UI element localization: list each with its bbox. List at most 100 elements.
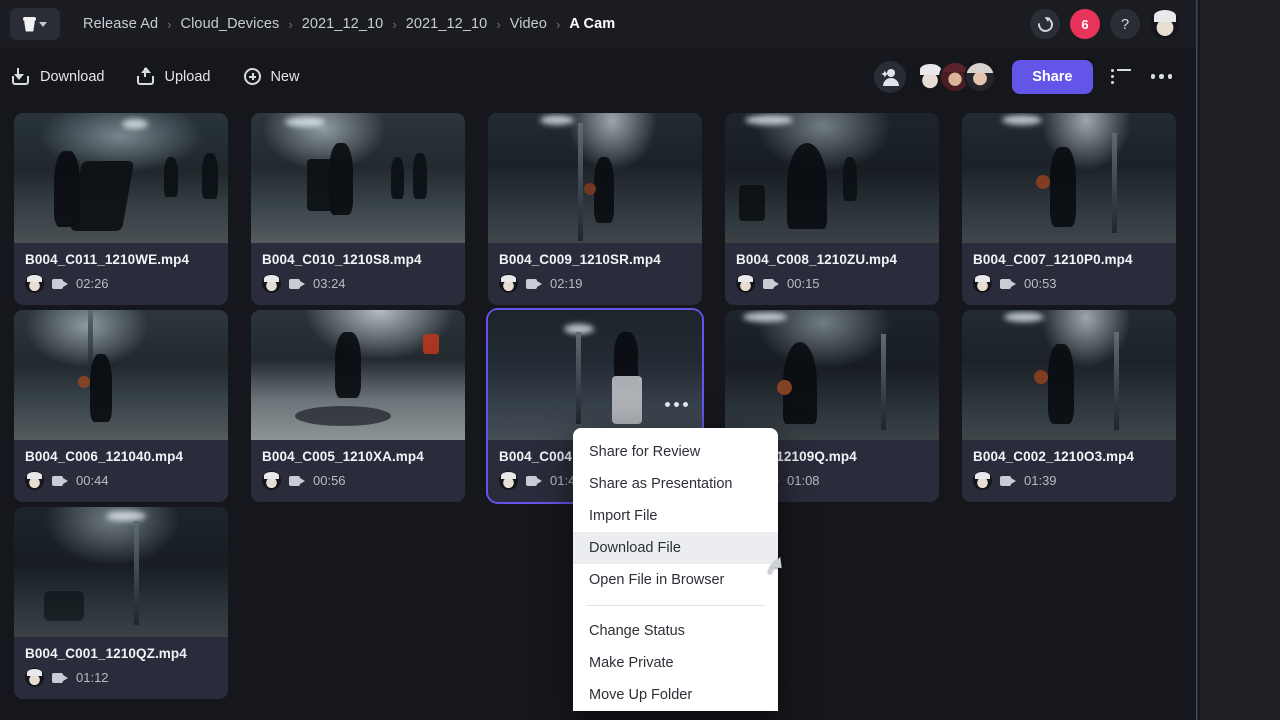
file-meta: B004_C009_1210SR.mp4 02:19 [488,243,702,305]
file-duration: 00:15 [787,276,820,291]
avatar [736,274,755,293]
file-name: B004_C009_1210SR.mp4 [499,252,661,267]
file-card[interactable]: B004_C001_1210QZ.mp4 01:12 [14,507,228,699]
avatar [262,274,281,293]
file-thumbnail [251,310,465,440]
new-label: New [270,68,300,85]
context-menu[interactable]: Share for Review Share as Presentation I… [573,428,778,711]
context-menu-item-share-for-review[interactable]: Share for Review [573,436,778,468]
top-bar: Release Ad › Cloud_Devices › 2021_12_10 … [0,0,1196,48]
file-meta: B004_C001_1210QZ.mp4 01:12 [14,637,228,699]
refresh-button[interactable] [1030,9,1060,39]
breadcrumb-item-4[interactable]: Video [501,16,556,32]
context-menu-item-share-as-presentation[interactable]: Share as Presentation [573,468,778,500]
context-menu-divider [586,605,765,606]
file-submeta: 03:24 [262,274,454,293]
download-label: Download [40,68,105,85]
file-duration: 00:56 [313,473,346,488]
avatar [973,471,992,490]
file-card[interactable]: B004_C005_1210XA.mp4 00:56 [251,310,465,502]
help-button[interactable]: ? [1110,9,1140,39]
file-submeta: 00:44 [25,471,217,490]
context-menu-item-move-up-folder[interactable]: Move Up Folder [573,679,778,711]
collaborator-facepile[interactable] [914,60,997,93]
download-icon [12,68,31,85]
video-icon [289,278,305,289]
download-button[interactable]: Download [12,68,105,85]
file-duration: 00:53 [1024,276,1057,291]
file-submeta: 02:26 [25,274,217,293]
file-meta: B004_C008_1210ZU.mp4 00:15 [725,243,939,305]
avatar [499,274,518,293]
file-thumbnail [14,310,228,440]
refresh-icon [1034,13,1056,35]
file-submeta: 00:15 [736,274,928,293]
video-icon [763,278,779,289]
context-menu-item-open-file-in-browser[interactable]: Open File in Browser [573,564,778,596]
notification-badge[interactable]: 6 [1070,9,1100,39]
video-icon [52,672,68,683]
file-submeta: 01:39 [973,471,1165,490]
file-card[interactable]: B004_C007_1210P0.mp4 00:53 [962,113,1176,305]
file-card[interactable]: B004_C010_1210S8.mp4 03:24 [251,113,465,305]
file-thumbnail [962,310,1176,440]
new-button[interactable]: New [244,68,299,85]
file-name: B004_C006_121040.mp4 [25,449,184,464]
add-user-icon[interactable]: ✦ [874,60,907,93]
breadcrumb-item-current[interactable]: A Cam [560,16,624,32]
file-card[interactable]: B004_C011_1210WE.mp4 02:26 [14,113,228,305]
file-name: B004_C011_1210WE.mp4 [25,252,190,267]
file-name: B004_C001_1210QZ.mp4 [25,646,187,661]
action-bar-right: ✦ Share [874,59,1182,94]
file-card[interactable]: B004_C008_1210ZU.mp4 00:15 [725,113,939,305]
avatar [973,274,992,293]
file-thumbnail [725,310,939,440]
file-duration: 01:08 [787,473,820,488]
breadcrumb-item-1[interactable]: Cloud_Devices [172,16,289,32]
breadcrumb: Release Ad › Cloud_Devices › 2021_12_10 … [74,16,624,32]
avatar[interactable] [1150,9,1180,39]
file-name: B004_C008_1210ZU.mp4 [736,252,898,267]
avatar [25,668,44,687]
chevron-down-icon [39,21,47,27]
breadcrumb-item-0[interactable]: Release Ad [74,16,167,32]
upload-icon [136,67,156,85]
file-meta: B004_C002_1210O3.mp4 01:39 [962,440,1176,502]
video-icon [52,475,68,486]
file-card[interactable]: B004_C006_121040.mp4 00:44 [14,310,228,502]
file-duration: 02:19 [550,276,583,291]
card-more-icon[interactable] [665,402,688,407]
context-menu-item-make-private[interactable]: Make Private [573,647,778,679]
workspace-logo-button[interactable] [10,8,60,40]
share-button[interactable]: Share [1012,59,1093,94]
file-thumbnail [14,507,228,637]
video-icon [1000,278,1016,289]
context-menu-item-download-file[interactable]: Download File [573,532,778,564]
more-horizontal-icon[interactable] [1150,74,1172,79]
file-meta: B004_C005_1210XA.mp4 00:56 [251,440,465,502]
file-name: B004_C002_1210O3.mp4 [973,449,1135,464]
file-duration: 01:12 [76,670,109,685]
cup-logo-icon [23,16,36,32]
list-view-icon[interactable] [1110,68,1131,84]
avatar [499,471,518,490]
breadcrumb-item-3[interactable]: 2021_12_10 [397,16,497,32]
context-menu-item-change-status[interactable]: Change Status [573,615,778,647]
upload-button[interactable]: Upload [136,67,210,85]
top-bar-actions: 6 ? [1030,9,1186,39]
plus-circle-icon [244,68,262,85]
file-card[interactable]: B004_C009_1210SR.mp4 02:19 [488,113,702,305]
file-card[interactable]: B004_C002_1210O3.mp4 01:39 [962,310,1176,502]
file-submeta: 02:19 [499,274,691,293]
file-meta: B004_C006_121040.mp4 00:44 [14,440,228,502]
avatar [262,471,281,490]
context-menu-item-import-file[interactable]: Import File [573,500,778,532]
breadcrumb-item-2[interactable]: 2021_12_10 [293,16,393,32]
avatar[interactable] [964,60,997,93]
video-icon [1000,475,1016,486]
file-thumbnail [14,113,228,243]
file-duration: 02:26 [76,276,109,291]
file-thumbnail [488,310,702,440]
file-name: B004_C007_1210P0.mp4 [973,252,1133,267]
file-name: B004_C005_1210XA.mp4 [262,449,424,464]
